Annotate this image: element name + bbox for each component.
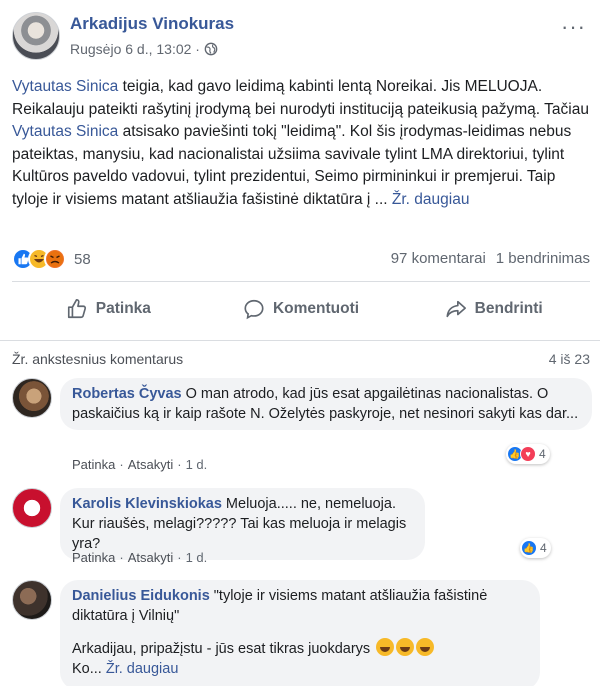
reaction-count: 58 [74, 250, 91, 268]
comment-button[interactable]: Komentuoti [205, 287, 398, 331]
separator-dot: · [177, 550, 182, 565]
post-header: Arkadijus Vinokuras Rugsėjo 6 d., 13:02 … [12, 12, 588, 66]
comment-reaction-count: 4 [539, 447, 546, 461]
comment-text: Arkadijau, pripažįstu - jūs esat tikras … [72, 641, 371, 657]
mention-link[interactable]: Vytautas Sinica [12, 123, 118, 140]
comment: Robertas Čyvas O man atrodo, kad jūs esat… [12, 378, 592, 478]
love-reaction-icon: ♥ [520, 446, 536, 462]
comment-reply-link[interactable]: Atsakyti [128, 457, 174, 472]
commenter-avatar[interactable] [12, 488, 52, 528]
post-meta: Rugsėjo 6 d., 13:02 · [70, 41, 218, 57]
comment-reaction-count: 4 [540, 541, 547, 555]
like-button[interactable]: Patinka [12, 287, 205, 331]
separator-dot: · [119, 550, 124, 565]
commenter-name[interactable]: Danielius Eidukonis [72, 588, 210, 604]
comment-icon [244, 299, 264, 320]
like-button-label: Patinka [95, 300, 151, 317]
laughing-emoji-icon [396, 638, 415, 656]
post-reactions[interactable]: 58 [12, 248, 91, 270]
comment-reactions[interactable]: 👍 4 [520, 538, 551, 558]
mention-link[interactable]: Vytautas Sinica [12, 78, 118, 95]
comment-text: Ko... [72, 661, 106, 677]
laughing-emoji-icon [376, 638, 395, 656]
comment-like-link[interactable]: Patinka [72, 550, 115, 565]
comment-bubble: Danielius Eidukonis "tyloje ir visiems ma… [60, 580, 540, 686]
comment-button-label: Komentuoti [272, 300, 360, 317]
share-button-label: Bendrinti [474, 300, 543, 317]
post-timestamp[interactable]: Rugsėjo 6 d., 13:02 · [70, 41, 200, 57]
comment-actions: Patinka · Atsakyti · 1 d. [72, 457, 207, 472]
separator-dot: · [119, 457, 124, 472]
comments-count-link[interactable]: 97 komentarai [391, 250, 486, 267]
commenter-name[interactable]: Karolis Klevinskiokas [72, 496, 222, 512]
more-options-icon[interactable]: ··· [561, 16, 586, 38]
post-author-name[interactable]: Arkadijus Vinokuras [70, 14, 234, 34]
globe-icon [204, 42, 218, 56]
comment-bubble: Robertas Čyvas O man atrodo, kad jūs esat… [60, 378, 592, 430]
post-stats: 97 komentarai 1 bendrinimas [391, 250, 590, 267]
commenter-name[interactable]: Robertas Čyvas [72, 386, 182, 402]
separator-dot: · [177, 457, 182, 472]
post-action-bar: Patinka Komentuoti Bendrinti [12, 287, 590, 331]
comment: Danielius Eidukonis "tyloje ir visiems ma… [12, 580, 592, 686]
commenter-avatar[interactable] [12, 580, 52, 620]
share-button[interactable]: Bendrinti [397, 287, 590, 331]
see-more-link[interactable]: Žr. daugiau [106, 661, 179, 677]
post-text: Vytautas Sinica teigia, kad gavo leidimą… [12, 76, 592, 211]
comment-reactions[interactable]: 👍 ♥ 4 [506, 444, 550, 464]
comment-actions: Patinka · Atsakyti · 1 d. [72, 550, 207, 565]
angry-reaction-icon [44, 248, 66, 270]
comment-time[interactable]: 1 d. [186, 550, 208, 565]
shares-count-link[interactable]: 1 bendrinimas [496, 250, 590, 267]
comment-reply-link[interactable]: Atsakyti [128, 550, 174, 565]
comments-page-count: 4 iš 23 [548, 351, 590, 367]
thumbs-up-icon [67, 299, 86, 319]
comment-like-link[interactable]: Patinka [72, 457, 115, 472]
view-previous-comments-link[interactable]: Žr. ankstesnius komentarus [12, 351, 183, 367]
author-avatar[interactable] [12, 12, 60, 60]
like-reaction-icon: 👍 [521, 540, 537, 556]
comments-divider [0, 340, 600, 341]
laughing-emoji-icon [416, 638, 435, 656]
comment-time[interactable]: 1 d. [186, 457, 208, 472]
share-icon [446, 300, 466, 318]
see-more-link[interactable]: Žr. daugiau [392, 191, 470, 208]
commenter-avatar[interactable] [12, 378, 52, 418]
comment: Karolis Klevinskiokas Meluoja..... ne, ne… [12, 488, 592, 568]
divider [12, 281, 590, 282]
